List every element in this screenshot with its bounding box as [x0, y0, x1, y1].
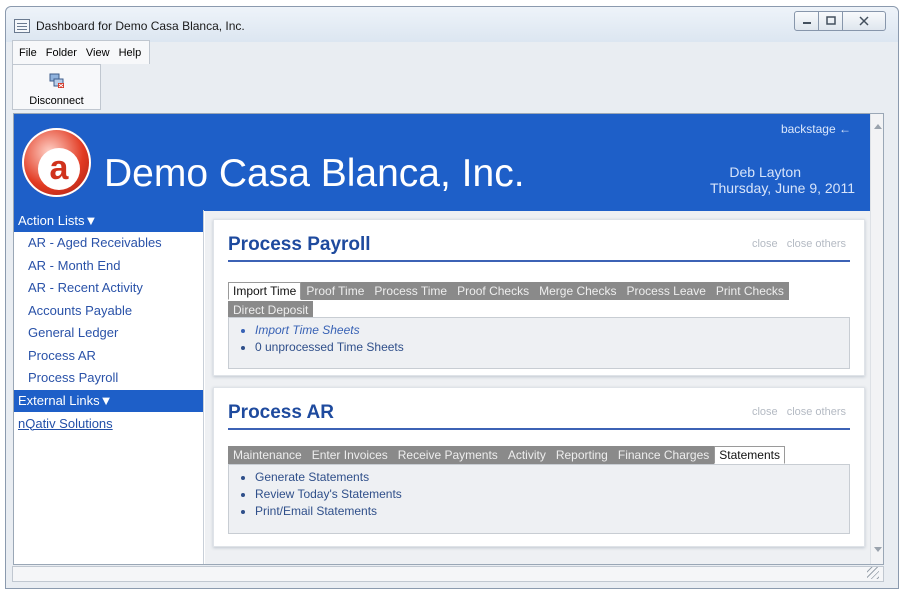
disconnect-button[interactable]: Disconnect [12, 64, 101, 110]
ar-tabs: Maintenance Enter Invoices Receive Payment… [228, 446, 852, 465]
main-panels: Process Payroll close close others Impor… [205, 211, 871, 564]
user-name: Deb Layton [729, 164, 801, 180]
panel-title: Process AR [228, 402, 334, 423]
maximize-icon [825, 16, 836, 25]
minimize-button[interactable] [794, 11, 819, 31]
backstage-link[interactable]: backstage ← [781, 122, 851, 136]
unprocessed-time-sheets-link[interactable]: 0 unprocessed Time Sheets [255, 340, 849, 354]
payroll-tab-content: Import Time Sheets 0 unprocessed Time Sh… [228, 317, 850, 369]
close-others-link[interactable]: close others [787, 238, 846, 250]
panel-title: Process Payroll [228, 234, 371, 255]
company-logo: a [22, 128, 91, 197]
tab-proof-checks[interactable]: Proof Checks [452, 282, 535, 300]
sidebar-item-process-ar[interactable]: Process AR [14, 345, 203, 368]
menu-help[interactable]: Help [119, 47, 142, 59]
external-link-nqativ[interactable]: nQativ Solutions [14, 412, 203, 434]
import-time-sheets-link[interactable]: Import Time Sheets [255, 323, 849, 337]
ar-tab-content: Generate Statements Review Today's State… [228, 464, 850, 534]
close-button[interactable] [842, 11, 886, 31]
disconnect-icon [49, 73, 64, 88]
close-link[interactable]: close [752, 238, 778, 250]
sidebar-item-accounts-payable[interactable]: Accounts Payable [14, 300, 203, 323]
print-email-statements-link[interactable]: Print/Email Statements [255, 504, 849, 518]
disconnect-label: Disconnect [29, 95, 84, 107]
menu-view[interactable]: View [86, 47, 110, 59]
process-payroll-panel: Process Payroll close close others Impor… [213, 219, 865, 376]
tab-proof-time[interactable]: Proof Time [301, 282, 370, 300]
close-link[interactable]: close [752, 406, 778, 418]
panel-divider [228, 428, 850, 430]
tab-finance-charges[interactable]: Finance Charges [612, 446, 715, 464]
generate-statements-link[interactable]: Generate Statements [255, 470, 849, 484]
sidebar-item-ar-month-end[interactable]: AR - Month End [14, 255, 203, 278]
external-links-header[interactable]: External Links▼ [14, 389, 203, 412]
tab-import-time[interactable]: Import Time [228, 282, 302, 300]
action-lists-header[interactable]: Action Lists▼ [14, 210, 203, 232]
tab-activity[interactable]: Activity [502, 446, 551, 464]
menu-folder[interactable]: Folder [46, 47, 77, 59]
review-statements-link[interactable]: Review Today's Statements [255, 487, 849, 501]
resize-grip-icon[interactable] [867, 567, 879, 579]
company-name: Demo Casa Blanca, Inc. [104, 152, 525, 195]
tab-print-checks[interactable]: Print Checks [710, 282, 789, 300]
sidebar-item-general-ledger[interactable]: General Ledger [14, 322, 203, 345]
tab-reporting[interactable]: Reporting [550, 446, 613, 464]
tab-process-time[interactable]: Process Time [369, 282, 453, 300]
tab-statements[interactable]: Statements [714, 446, 785, 464]
sidebar-item-ar-recent-activity[interactable]: AR - Recent Activity [14, 277, 203, 300]
close-others-link[interactable]: close others [787, 406, 846, 418]
minimize-icon [802, 22, 811, 24]
close-icon [859, 16, 869, 26]
dashboard-content: a Demo Casa Blanca, Inc. backstage ← Deb… [13, 113, 884, 565]
title-bar[interactable]: Dashboard for Demo Casa Blanca, Inc. [6, 7, 898, 42]
window-title: Dashboard for Demo Casa Blanca, Inc. [36, 19, 245, 33]
payroll-tabs: Import Time Proof Time Process Time Proof C… [228, 282, 852, 320]
vertical-scrollbar[interactable] [870, 114, 883, 564]
panel-divider [228, 260, 850, 262]
tab-merge-checks[interactable]: Merge Checks [534, 282, 622, 300]
menu-file[interactable]: File [19, 47, 37, 59]
scroll-down-icon[interactable] [874, 547, 882, 552]
status-bar [12, 566, 884, 582]
sidebar-item-ar-aged-receivables[interactable]: AR - Aged Receivables [14, 232, 203, 255]
process-ar-panel: Process AR close close others Maintenanc… [213, 387, 865, 547]
tab-enter-invoices[interactable]: Enter Invoices [306, 446, 393, 464]
app-window-icon [14, 19, 30, 33]
tab-maintenance[interactable]: Maintenance [228, 446, 307, 464]
sidebar: Action Lists▼ AR - Aged Receivables AR -… [14, 210, 204, 564]
company-banner: a Demo Casa Blanca, Inc. backstage ← Deb… [14, 114, 871, 211]
tab-process-leave[interactable]: Process Leave [621, 282, 711, 300]
tab-receive-payments[interactable]: Receive Payments [392, 446, 503, 464]
logo-letter: a [38, 148, 80, 190]
maximize-button[interactable] [818, 11, 843, 31]
scroll-up-icon[interactable] [874, 124, 882, 129]
current-date: Thursday, June 9, 2011 [709, 180, 855, 196]
sidebar-item-process-payroll[interactable]: Process Payroll [14, 367, 203, 390]
menu-bar: File Folder View Help [12, 40, 151, 64]
